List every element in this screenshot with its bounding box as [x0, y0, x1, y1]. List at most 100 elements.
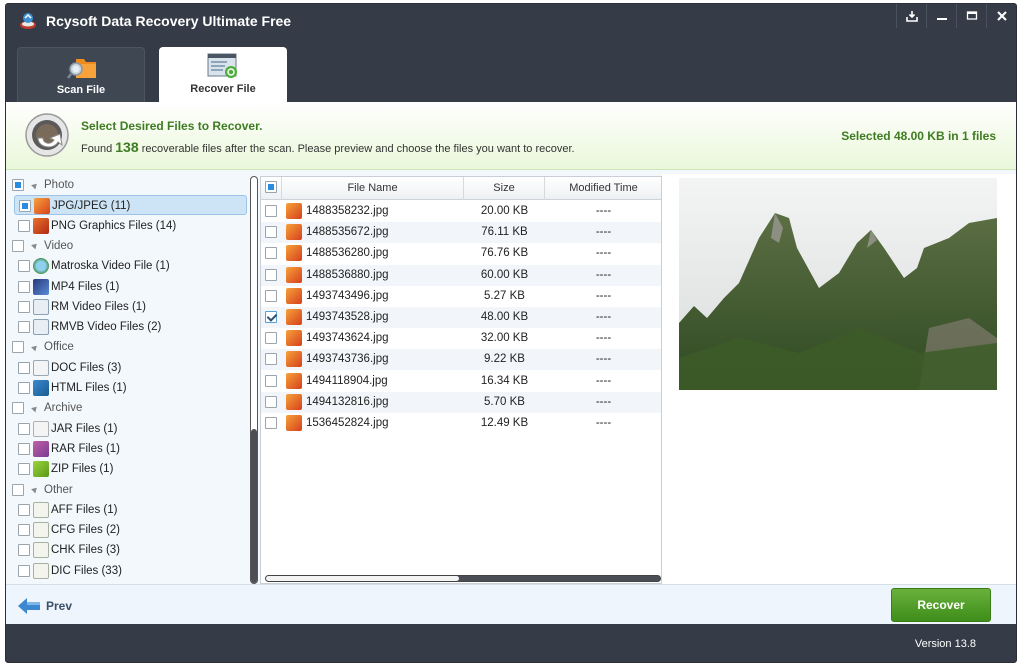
tree-category[interactable]: Photo	[9, 175, 247, 195]
row-checkbox[interactable]	[265, 289, 277, 302]
tree-checkbox[interactable]	[12, 483, 24, 496]
tree-label: DOC Files (3)	[51, 361, 122, 374]
row-checkbox-cell[interactable]	[265, 413, 281, 434]
table-row[interactable]: 1536452824.jpg 12.49 KB ----	[261, 413, 661, 434]
table-horizontal-scrollbar[interactable]	[265, 575, 661, 582]
maximize-button[interactable]	[956, 4, 986, 28]
table-row[interactable]: 1493743736.jpg 9.22 KB ----	[261, 349, 661, 371]
table-row[interactable]: 1488536280.jpg 76.76 KB ----	[261, 243, 661, 264]
tree-item[interactable]: MP4 Files (1)	[14, 277, 247, 297]
tree-checkbox[interactable]	[18, 300, 30, 313]
table-scrollbar-thumb[interactable]	[266, 576, 460, 581]
tree-item[interactable]: CHK Files (3)	[14, 540, 247, 560]
tree-category[interactable]: Archive	[9, 398, 247, 418]
row-checkbox-cell[interactable]	[265, 265, 281, 286]
row-checkbox-cell[interactable]	[265, 286, 281, 307]
table-row[interactable]: 1493743528.jpg 48.00 KB ----	[261, 307, 661, 328]
tree-item[interactable]: RMVB Video Files (2)	[14, 317, 247, 337]
file-name-cell: 1493743528.jpg	[286, 307, 464, 328]
tree-checkbox[interactable]	[18, 442, 30, 455]
tree-checkbox[interactable]	[12, 341, 24, 354]
tree-category[interactable]: Other	[9, 480, 247, 500]
close-button[interactable]	[986, 4, 1016, 28]
header-select-all[interactable]	[261, 177, 282, 200]
tree-item[interactable]: ZIP Files (1)	[14, 459, 247, 479]
tree-item[interactable]: RAR Files (1)	[14, 439, 247, 459]
expand-triangle-icon[interactable]	[31, 343, 39, 352]
table-row[interactable]: 1493743496.jpg 5.27 KB ----	[261, 286, 661, 307]
tree-checkbox[interactable]	[12, 239, 24, 252]
table-row[interactable]: 1494118904.jpg 16.34 KB ----	[261, 371, 661, 392]
tree-item[interactable]: PNG Graphics Files (14)	[14, 216, 247, 236]
tree-checkbox[interactable]	[18, 544, 30, 557]
tree-item[interactable]: DIC Files (33)	[14, 561, 247, 581]
expand-triangle-icon[interactable]	[31, 181, 39, 189]
minimize-button[interactable]	[926, 4, 956, 28]
row-checkbox[interactable]	[265, 395, 277, 408]
tree-category[interactable]: Office	[9, 337, 247, 357]
tab-scan-file[interactable]: Scan File	[17, 47, 145, 102]
tree-scrollbar-thumb[interactable]	[251, 428, 257, 583]
column-size[interactable]: Size	[464, 177, 545, 200]
row-checkbox[interactable]	[265, 204, 277, 217]
row-checkbox[interactable]	[265, 374, 277, 387]
tree-item[interactable]: Matroska Video File (1)	[14, 256, 247, 276]
tree-scrollbar[interactable]	[250, 176, 258, 584]
tree-checkbox[interactable]	[18, 280, 30, 293]
expand-triangle-icon[interactable]	[31, 485, 39, 494]
tree-checkbox[interactable]	[18, 564, 30, 577]
table-row[interactable]: 1488535672.jpg 76.11 KB ----	[261, 222, 661, 244]
row-checkbox-cell[interactable]	[265, 392, 281, 413]
row-checkbox[interactable]	[265, 416, 277, 429]
tree-item[interactable]: JPG/JPEG (11)	[14, 195, 247, 216]
expand-triangle-icon[interactable]	[31, 404, 39, 413]
row-checkbox[interactable]	[265, 332, 277, 345]
tree-checkbox[interactable]	[12, 402, 24, 415]
row-checkbox-cell[interactable]	[265, 371, 281, 392]
row-checkbox-cell[interactable]	[265, 201, 281, 222]
tree-checkbox[interactable]	[18, 463, 30, 476]
tree-checkbox[interactable]	[18, 382, 30, 394]
tree-item[interactable]: HTML Files (1)	[14, 378, 247, 398]
row-checkbox[interactable]	[265, 310, 277, 323]
row-checkbox-cell[interactable]	[265, 222, 281, 243]
tree-item[interactable]: DOC Files (3)	[14, 358, 247, 378]
tree-item[interactable]: AFF Files (1)	[14, 500, 247, 520]
tree-checkbox[interactable]	[18, 321, 30, 334]
tree-checkbox[interactable]	[18, 422, 30, 435]
tree-item[interactable]: RM Video Files (1)	[14, 297, 247, 317]
table-row[interactable]: 1488536880.jpg 60.00 KB ----	[261, 264, 661, 286]
tree-checkbox[interactable]	[12, 179, 24, 191]
export-button[interactable]	[896, 4, 926, 28]
select-all-checkbox[interactable]	[265, 181, 277, 194]
table-row[interactable]: 1488358232.jpg 20.00 KB ----	[261, 201, 661, 222]
tree-checkbox[interactable]	[18, 219, 30, 232]
tree-checkbox[interactable]	[18, 524, 30, 537]
tab-recover-file[interactable]: Recover File	[159, 47, 287, 102]
column-modified-time[interactable]: Modified Time	[545, 177, 662, 200]
row-checkbox[interactable]	[265, 268, 277, 281]
tree-item[interactable]: JAR Files (1)	[14, 419, 247, 439]
tree-item[interactable]: CFG Files (2)	[14, 520, 247, 540]
prev-button[interactable]: Prev	[18, 595, 72, 617]
column-file-name[interactable]: File Name	[282, 177, 464, 200]
tree-checkbox[interactable]	[19, 200, 31, 213]
table-row[interactable]: 1493743624.jpg 32.00 KB ----	[261, 328, 661, 349]
row-checkbox-cell[interactable]	[265, 307, 281, 328]
file-size: 12.49 KB	[480, 417, 529, 429]
tree-checkbox[interactable]	[18, 361, 30, 374]
tree-checkbox[interactable]	[18, 260, 30, 273]
row-checkbox[interactable]	[265, 226, 277, 239]
export-icon	[905, 11, 918, 22]
file-modified-time: ----	[595, 205, 612, 217]
tree-checkbox[interactable]	[18, 503, 30, 516]
table-row[interactable]: 1494132816.jpg 5.70 KB ----	[261, 391, 661, 413]
row-checkbox-cell[interactable]	[265, 328, 281, 349]
expand-triangle-icon[interactable]	[31, 242, 39, 250]
tree-category[interactable]: Video	[9, 236, 247, 256]
row-checkbox-cell[interactable]	[265, 243, 281, 264]
row-checkbox[interactable]	[265, 247, 277, 260]
recover-button[interactable]: Recover	[891, 588, 991, 622]
row-checkbox-cell[interactable]	[265, 349, 281, 370]
row-checkbox[interactable]	[265, 353, 277, 366]
